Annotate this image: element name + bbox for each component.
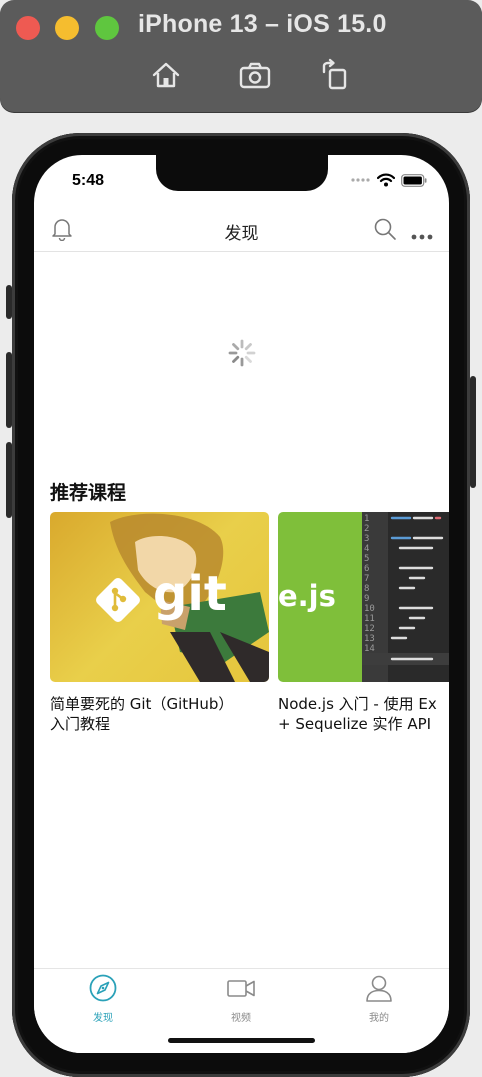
tab-label: 我的 [369,1013,389,1024]
svg-text:11: 11 [364,614,375,624]
svg-text:8: 8 [364,584,369,594]
tab-label: 视频 [231,1013,251,1024]
screenshot-button[interactable] [238,58,272,92]
thumbnail-logo-text: e.js [278,579,336,613]
tab-profile[interactable]: 我的 [334,973,424,1024]
course-name: 简单要死的 Git（GitHub） 入门教程 [50,695,234,733]
svg-text:1: 1 [364,514,369,524]
signal-icon [351,178,370,182]
more-icon [411,234,433,240]
tab-discover[interactable]: 发现 [58,973,148,1024]
rotate-button[interactable] [318,58,352,92]
code-editor-image: 1234 5678 9101112 131415 [362,512,449,682]
navigation-bar: 发现 [34,211,449,252]
search-icon [374,218,396,240]
courses-carousel[interactable]: git 简单要死的 Git（GitHub） 入门教程 e.js 1234 567… [50,512,449,742]
status-time: 5:48 [72,172,105,189]
git-logo-icon [96,578,140,622]
thumbnail-logo-text: git [153,566,227,622]
svg-text:7: 7 [364,574,369,584]
course-thumbnail: git [50,512,269,682]
more-button[interactable] [411,225,433,244]
simulator-toolbar: iPhone 13 – iOS 15.0 [0,0,482,112]
svg-text:4: 4 [364,544,369,554]
svg-text:2: 2 [364,524,369,534]
user-icon [366,975,392,1002]
code-snippet-illustration: 1234 5678 9101112 131415 [362,512,449,682]
home-icon [152,62,180,88]
simulator-title: iPhone 13 – iOS 15.0 [138,10,387,38]
minimize-window-button[interactable] [55,16,79,40]
loading-spinner [227,338,257,368]
home-indicator [168,1038,315,1043]
course-card[interactable]: e.js 1234 5678 9101112 131415 [278,512,449,734]
svg-text:14: 14 [364,644,375,654]
svg-text:9: 9 [364,594,369,604]
svg-text:12: 12 [364,624,375,634]
svg-text:6: 6 [364,564,369,574]
volume-down-button [6,442,12,518]
screenshot-icon [239,62,271,89]
course-thumbnail: e.js 1234 5678 9101112 131415 [278,512,449,682]
notch [156,155,328,191]
svg-text:5: 5 [364,554,369,564]
search-button[interactable] [373,217,397,245]
zoom-window-button[interactable] [95,16,119,40]
rotate-icon [322,58,347,90]
battery-icon [401,173,427,187]
video-icon [227,980,255,997]
wifi-icon [377,173,395,187]
svg-text:13: 13 [364,634,375,644]
course-name: Node.js 入门 - 使用 Ex + Sequelize 实作 API [278,695,437,733]
compass-icon [89,974,117,1002]
volume-up-button [6,352,12,428]
tab-video[interactable]: 视频 [196,973,286,1024]
tab-label: 发现 [93,1013,113,1024]
close-window-button[interactable] [16,16,40,40]
course-card[interactable]: git 简单要死的 Git（GitHub） 入门教程 [50,512,269,734]
phone-screen: 5:48 发现 推荐课程 git 简单要死的 Git（GitHub） 入门教程 … [34,155,449,1053]
recommended-courses-title: 推荐课程 [50,482,127,504]
spinner-icon [228,339,256,367]
svg-text:10: 10 [364,604,375,614]
svg-text:3: 3 [364,534,369,544]
status-icons [351,173,427,187]
power-button [470,376,476,488]
home-button[interactable] [149,58,183,92]
mute-switch [6,285,12,319]
